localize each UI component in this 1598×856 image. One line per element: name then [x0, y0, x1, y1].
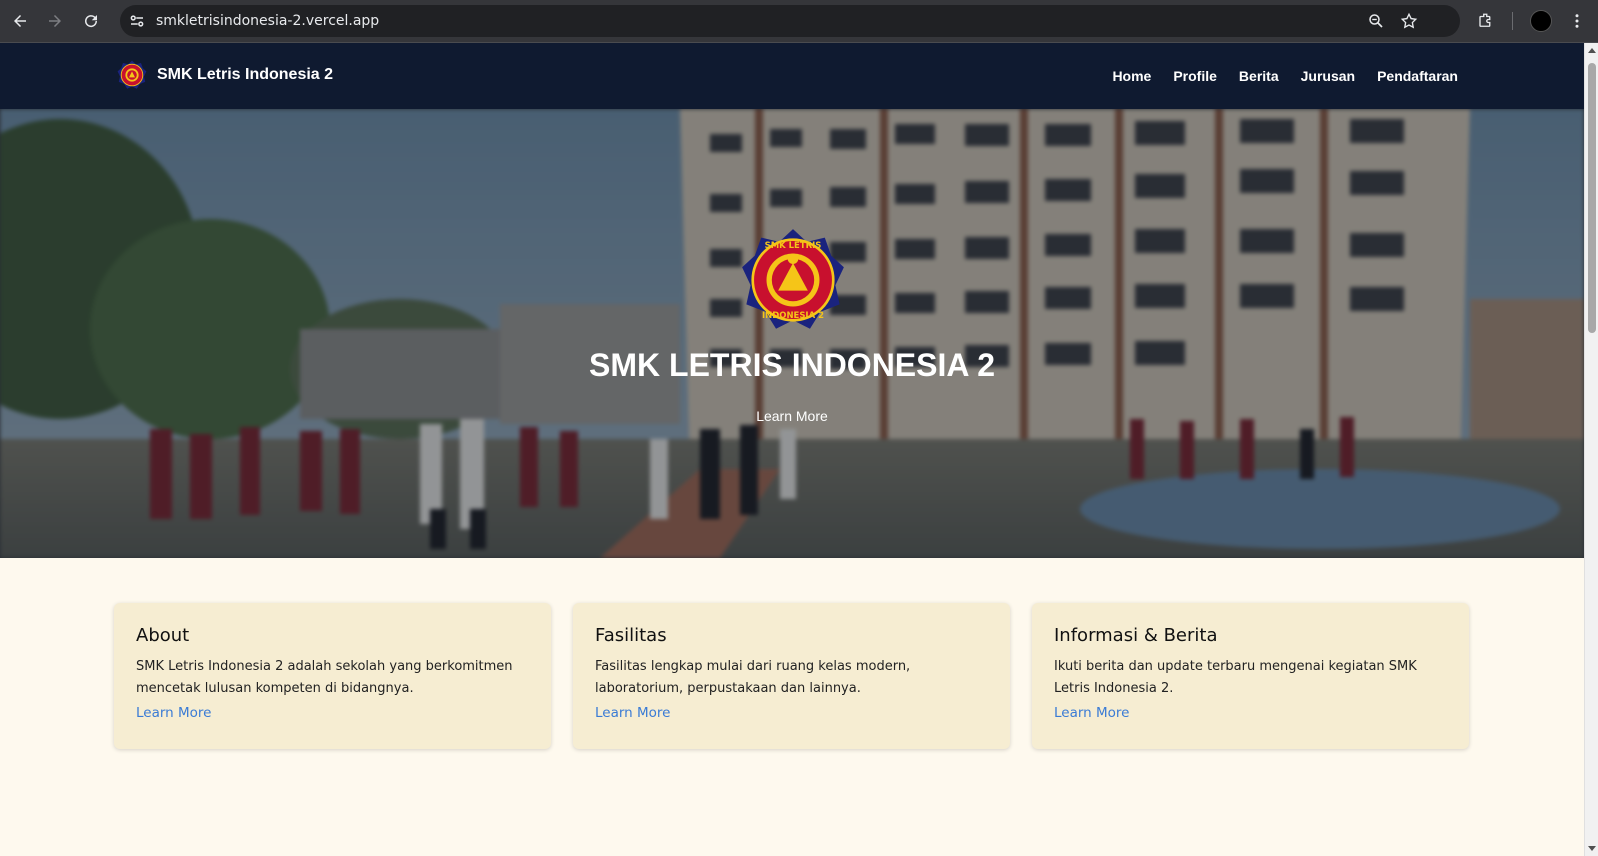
- nav-menu: Home Profile Berita Jurusan Pendaftaran: [1112, 43, 1458, 109]
- nav-item-profile[interactable]: Profile: [1173, 68, 1217, 84]
- back-arrow-icon[interactable]: [7, 8, 33, 34]
- card-text: Ikuti berita dan update terbaru mengenai…: [1054, 659, 1417, 696]
- nav-item-berita[interactable]: Berita: [1239, 68, 1279, 84]
- site-navbar: SMK Letris Indonesia 2 Home Profile Beri…: [0, 43, 1584, 109]
- card-learn-more-link[interactable]: Learn More: [595, 705, 988, 721]
- card-title: Fasilitas: [595, 625, 667, 646]
- info-cards: About SMK Letris Indonesia 2 adalah seko…: [114, 603, 1470, 749]
- brand[interactable]: SMK Letris Indonesia 2: [117, 60, 333, 90]
- scroll-down-arrow-icon[interactable]: [1588, 846, 1596, 851]
- card-title: About: [136, 625, 190, 646]
- forward-arrow-icon[interactable]: [42, 8, 68, 34]
- toolbar-separator: [1512, 12, 1513, 30]
- school-logo-icon: [117, 60, 147, 89]
- url-text[interactable]: smkletrisindonesia-2.vercel.app: [156, 5, 379, 37]
- reload-icon[interactable]: [78, 8, 104, 34]
- card-about: About SMK Letris Indonesia 2 adalah seko…: [114, 603, 551, 749]
- nav-item-pendaftaran[interactable]: Pendaftaran: [1377, 68, 1458, 84]
- nav-item-home[interactable]: Home: [1112, 68, 1151, 84]
- extensions-icon[interactable]: [1474, 9, 1498, 33]
- page-scrollbar[interactable]: [1584, 43, 1598, 856]
- card-learn-more-link[interactable]: Learn More: [1054, 705, 1447, 721]
- menu-dots-icon[interactable]: [1565, 9, 1589, 33]
- svg-text:SMK LETRIS: SMK LETRIS: [765, 240, 822, 250]
- card-informasi-berita: Informasi & Berita Ikuti berita dan upda…: [1032, 603, 1469, 749]
- hero-learn-more-link[interactable]: Learn More: [756, 408, 828, 424]
- browser-toolbar: smkletrisindonesia-2.vercel.app: [0, 0, 1598, 43]
- nav-item-jurusan[interactable]: Jurusan: [1301, 68, 1355, 84]
- card-learn-more-link[interactable]: Learn More: [136, 705, 529, 721]
- card-fasilitas: Fasilitas Fasilitas lengkap mulai dari r…: [573, 603, 1010, 749]
- scroll-up-arrow-icon[interactable]: [1588, 48, 1596, 53]
- hero-title: SMK LETRIS INDONESIA 2: [589, 347, 995, 383]
- profile-avatar[interactable]: [1530, 10, 1552, 32]
- zoom-icon[interactable]: [1367, 12, 1385, 30]
- address-bar[interactable]: smkletrisindonesia-2.vercel.app: [120, 5, 1460, 37]
- scroll-thumb[interactable]: [1588, 63, 1596, 333]
- card-text: Fasilitas lengkap mulai dari ruang kelas…: [595, 659, 911, 696]
- school-emblem-icon: SMK LETRIS INDONESIA 2: [742, 229, 844, 329]
- card-title: Informasi & Berita: [1054, 625, 1218, 646]
- hero-overlay: [0, 109, 1584, 558]
- bookmark-star-icon[interactable]: [1400, 12, 1418, 30]
- site-settings-icon[interactable]: [128, 12, 146, 30]
- svg-text:INDONESIA 2: INDONESIA 2: [762, 310, 824, 320]
- page-viewport: SMK Letris Indonesia 2 Home Profile Beri…: [0, 43, 1584, 856]
- hero-section: SMK LETRIS INDONESIA 2 SMK LETRIS INDONE…: [0, 109, 1584, 558]
- card-text: SMK Letris Indonesia 2 adalah sekolah ya…: [136, 659, 513, 696]
- brand-name: SMK Letris Indonesia 2: [157, 66, 334, 83]
